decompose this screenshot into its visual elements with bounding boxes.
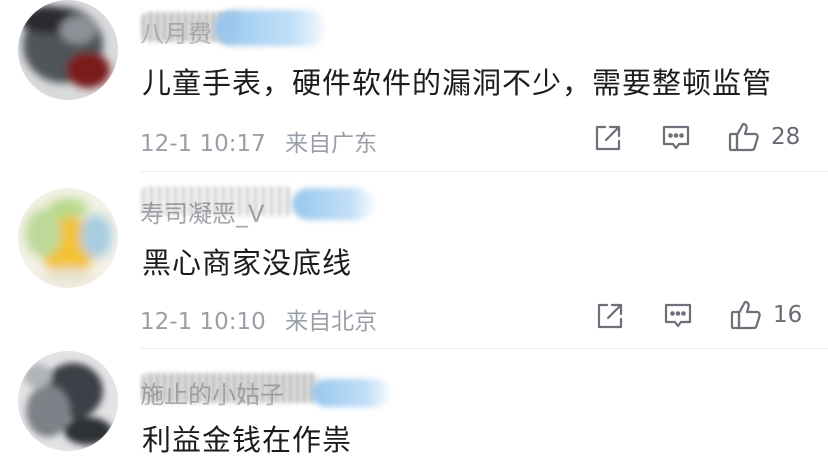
avatar[interactable] bbox=[18, 351, 118, 451]
thumbs-up-icon[interactable] bbox=[727, 120, 761, 154]
comment-meta: 12-1 10:10 来自北京 bbox=[140, 302, 377, 336]
like-count: 28 bbox=[771, 124, 801, 150]
thumbs-up-icon[interactable] bbox=[729, 298, 763, 332]
share-icon[interactable] bbox=[594, 300, 626, 332]
share-icon[interactable] bbox=[592, 122, 624, 154]
comment-location: 来自广东 bbox=[285, 131, 378, 157]
comment-icon[interactable] bbox=[660, 122, 692, 154]
comment-text: 儿童手表，硬件软件的漏洞不少，需要整顿监管 bbox=[142, 66, 773, 100]
comment-icon[interactable] bbox=[662, 300, 694, 332]
avatar[interactable] bbox=[18, 188, 118, 288]
comment-item: 施止的小姑子 利益金钱在作祟 bbox=[0, 349, 828, 473]
username-redaction bbox=[292, 188, 374, 220]
comment-time: 12-1 10:17 bbox=[140, 131, 266, 157]
comment-text: 利益金钱在作祟 bbox=[142, 423, 353, 457]
avatar[interactable] bbox=[18, 0, 118, 100]
comment-text: 黑心商家没底线 bbox=[142, 246, 353, 280]
comment-list: 八月费 儿童手表，硬件软件的漏洞不少，需要整顿监管 12-1 10:17 来自广… bbox=[0, 0, 828, 473]
comment-username[interactable]: 八月费 bbox=[140, 14, 212, 49]
comment-meta: 12-1 10:17 来自广东 bbox=[140, 124, 377, 158]
comment-time: 12-1 10:10 bbox=[140, 309, 266, 335]
like-count: 16 bbox=[773, 302, 803, 328]
username-redaction bbox=[215, 10, 325, 46]
username-redaction bbox=[312, 379, 390, 407]
comment-location: 来自北京 bbox=[285, 309, 378, 335]
comment-item: 寿司凝恶_V 黑心商家没底线 12-1 10:10 来自北京 16 bbox=[0, 172, 828, 349]
comment-username[interactable]: 寿司凝恶_V bbox=[140, 194, 264, 229]
comment-item: 八月费 儿童手表，硬件软件的漏洞不少，需要整顿监管 12-1 10:17 来自广… bbox=[0, 0, 828, 172]
comment-username[interactable]: 施止的小姑子 bbox=[140, 375, 284, 410]
